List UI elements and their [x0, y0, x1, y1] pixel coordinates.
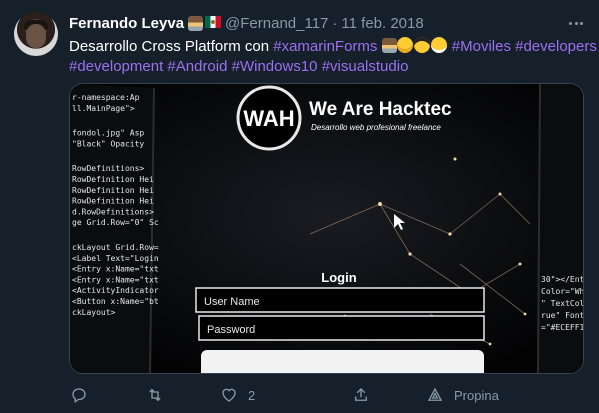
tweet-text-line-1: Desarrollo Cross Platform con #xamarinFo… [69, 37, 597, 57]
reply-action[interactable] [70, 384, 88, 406]
avatar[interactable] [14, 12, 58, 56]
code-line: RowDefinition Hei [72, 186, 154, 195]
author-emojis [188, 15, 222, 31]
code-line: RowDefinition Hei [72, 175, 154, 184]
code-line: <Label Text="Login [72, 254, 159, 263]
code-line: <Entry x:Name="txt [72, 275, 159, 284]
left-monitor [70, 84, 154, 373]
plexus-node [523, 312, 527, 316]
hashtag-visualstudio[interactable]: #visualstudio [322, 58, 409, 75]
brand-title: We Are Hacktec [309, 99, 452, 120]
code-line: <ActivityIndicator [72, 286, 159, 295]
plexus-node [378, 202, 382, 206]
hashtag-windows10[interactable]: #Windows10 [232, 58, 318, 75]
code-line: "Black" Opacity [72, 139, 144, 148]
nerd-face-emoji [396, 37, 413, 53]
tweet-actions: 2 Propina [60, 384, 530, 406]
photo-canvas: r-namespace:Ap ll.MainPage"> fondol.jpg" A… [70, 84, 584, 373]
heart-icon [222, 388, 236, 402]
tweet-media-photo[interactable]: r-namespace:Ap ll.MainPage"> fondol.jpg" A… [69, 83, 584, 374]
code-line: Color="White [541, 287, 584, 296]
code-line: rue" FontFami [541, 311, 584, 320]
login-title: Login [321, 270, 356, 285]
author-name[interactable]: Fernando Leyva [69, 15, 184, 32]
tweet-text-prefix: Desarrollo Cross Platform con [69, 38, 274, 55]
code-line: d.RowDefinitions> [72, 207, 154, 216]
more-options-icon[interactable] [566, 14, 586, 32]
sunglasses-face-emoji [413, 37, 430, 53]
tweet[interactable]: Fernando Leyva @Fernand_117 · 11 feb. 20… [0, 0, 599, 413]
tweet-text: Desarrollo Cross Platform con #xamarinFo… [69, 37, 597, 77]
code-line: fondol.jpg" Asp [72, 129, 144, 138]
more-dot [574, 21, 578, 25]
like-count: 2 [248, 387, 256, 403]
more-dot [580, 21, 583, 25]
plexus-node [488, 342, 492, 346]
code-line: <Button x:Name="bt [72, 297, 159, 306]
plexus-node [453, 157, 457, 161]
code-line: ll.MainPage"> [72, 104, 135, 113]
hashtag-xamarinforms[interactable]: #xamarinForms [273, 38, 377, 55]
technologist-emoji [188, 15, 204, 31]
hashtag-moviles[interactable]: #Moviles [452, 38, 511, 55]
more-dot [569, 21, 572, 25]
hashtag-android[interactable]: #Android [167, 58, 227, 75]
like-action[interactable]: 2 [220, 384, 255, 406]
mexico-flag-emoji [205, 15, 222, 28]
hashtag-developers[interactable]: #developers [515, 38, 597, 55]
code-line: RowDefinition Hei [72, 197, 154, 206]
share-action[interactable] [352, 384, 370, 406]
retweet-icon [149, 388, 161, 402]
code-line: ckLayout Grid.Row= [72, 243, 159, 252]
retweet-action[interactable] [146, 384, 164, 406]
code-line: " TextColor= [541, 299, 584, 308]
wah-logo-text: WAH [243, 106, 294, 131]
tweet-header: Fernando Leyva @Fernand_117 · 11 feb. 20… [69, 14, 424, 32]
grinning-face-emoji [430, 37, 447, 53]
avatar-face [26, 24, 46, 48]
code-line: 30"></Entry> [541, 275, 584, 284]
username-placeholder: User Name [204, 296, 260, 308]
right-code-block: 30"></Entry> Color="White " TextColor= rue"… [541, 275, 584, 332]
tip-action[interactable]: Propina [426, 384, 499, 406]
author-handle[interactable]: @Fernand_117 [225, 15, 328, 32]
separator: · [332, 14, 338, 32]
hashtag-development[interactable]: #development [69, 58, 163, 75]
code-line: ckLayout> [72, 308, 116, 317]
brand-subtitle: Desarrollo web profesional freelance [311, 123, 441, 132]
code-line: ge Grid.Row="0" Sc [72, 218, 159, 227]
share-icon [355, 388, 367, 401]
tweet-date[interactable]: 11 feb. 2018 [341, 15, 423, 32]
technologist-emoji [381, 38, 397, 53]
code-line: <Entry x:Name="txt [72, 265, 159, 274]
password-placeholder: Password [207, 324, 255, 336]
plexus-node [448, 232, 452, 236]
login-button [201, 350, 484, 373]
code-line: RowDefinitions> [72, 164, 144, 173]
tip-label: Propina [454, 387, 499, 403]
code-line: r-namespace:Ap [72, 93, 140, 102]
tip-icon [427, 387, 443, 401]
plexus-node [518, 262, 522, 266]
plexus-node [498, 192, 502, 196]
tweet-text-line-2: #development #Android #Windows10 #visual… [69, 57, 589, 77]
code-line: ="#ECEFF1" T [541, 323, 584, 332]
plexus-node [408, 252, 412, 256]
reply-icon [72, 388, 86, 404]
